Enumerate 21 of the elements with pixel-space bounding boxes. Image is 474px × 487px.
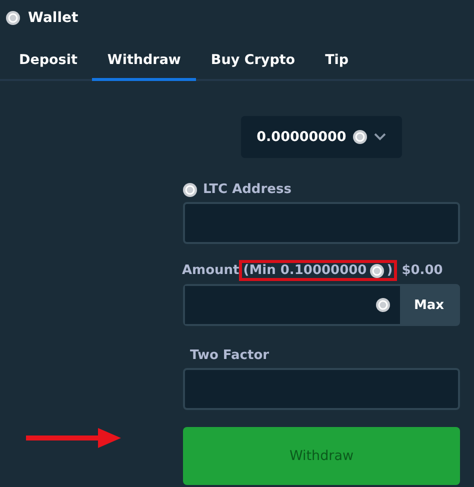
balance-dropdown[interactable]: 0.00000000 [240,116,402,158]
usd-value: $0.00 [402,263,443,278]
coin-icon [183,182,197,196]
tab[interactable]: Tip [310,48,364,81]
coin-icon [353,130,368,144]
minimum-text: (Min 0.10000000 [243,263,367,278]
address-field[interactable] [183,202,460,244]
field-label: Amount [182,263,240,278]
coin-icon [370,264,384,278]
wallet-title: Wallet [28,10,78,26]
paren-text: ) [386,263,393,278]
amount-field[interactable]: Max [183,284,460,326]
chevron-icon [374,133,386,141]
two-factor-field[interactable] [183,368,460,410]
field-label: LTC Address [203,182,292,197]
coin-icon [376,298,390,312]
field-label: Two Factor [190,348,270,363]
tab[interactable]: Deposit [4,48,92,81]
tab[interactable]: Buy Crypto [196,48,310,81]
tab[interactable]: Withdraw [92,48,196,81]
coin-icon [6,11,20,25]
